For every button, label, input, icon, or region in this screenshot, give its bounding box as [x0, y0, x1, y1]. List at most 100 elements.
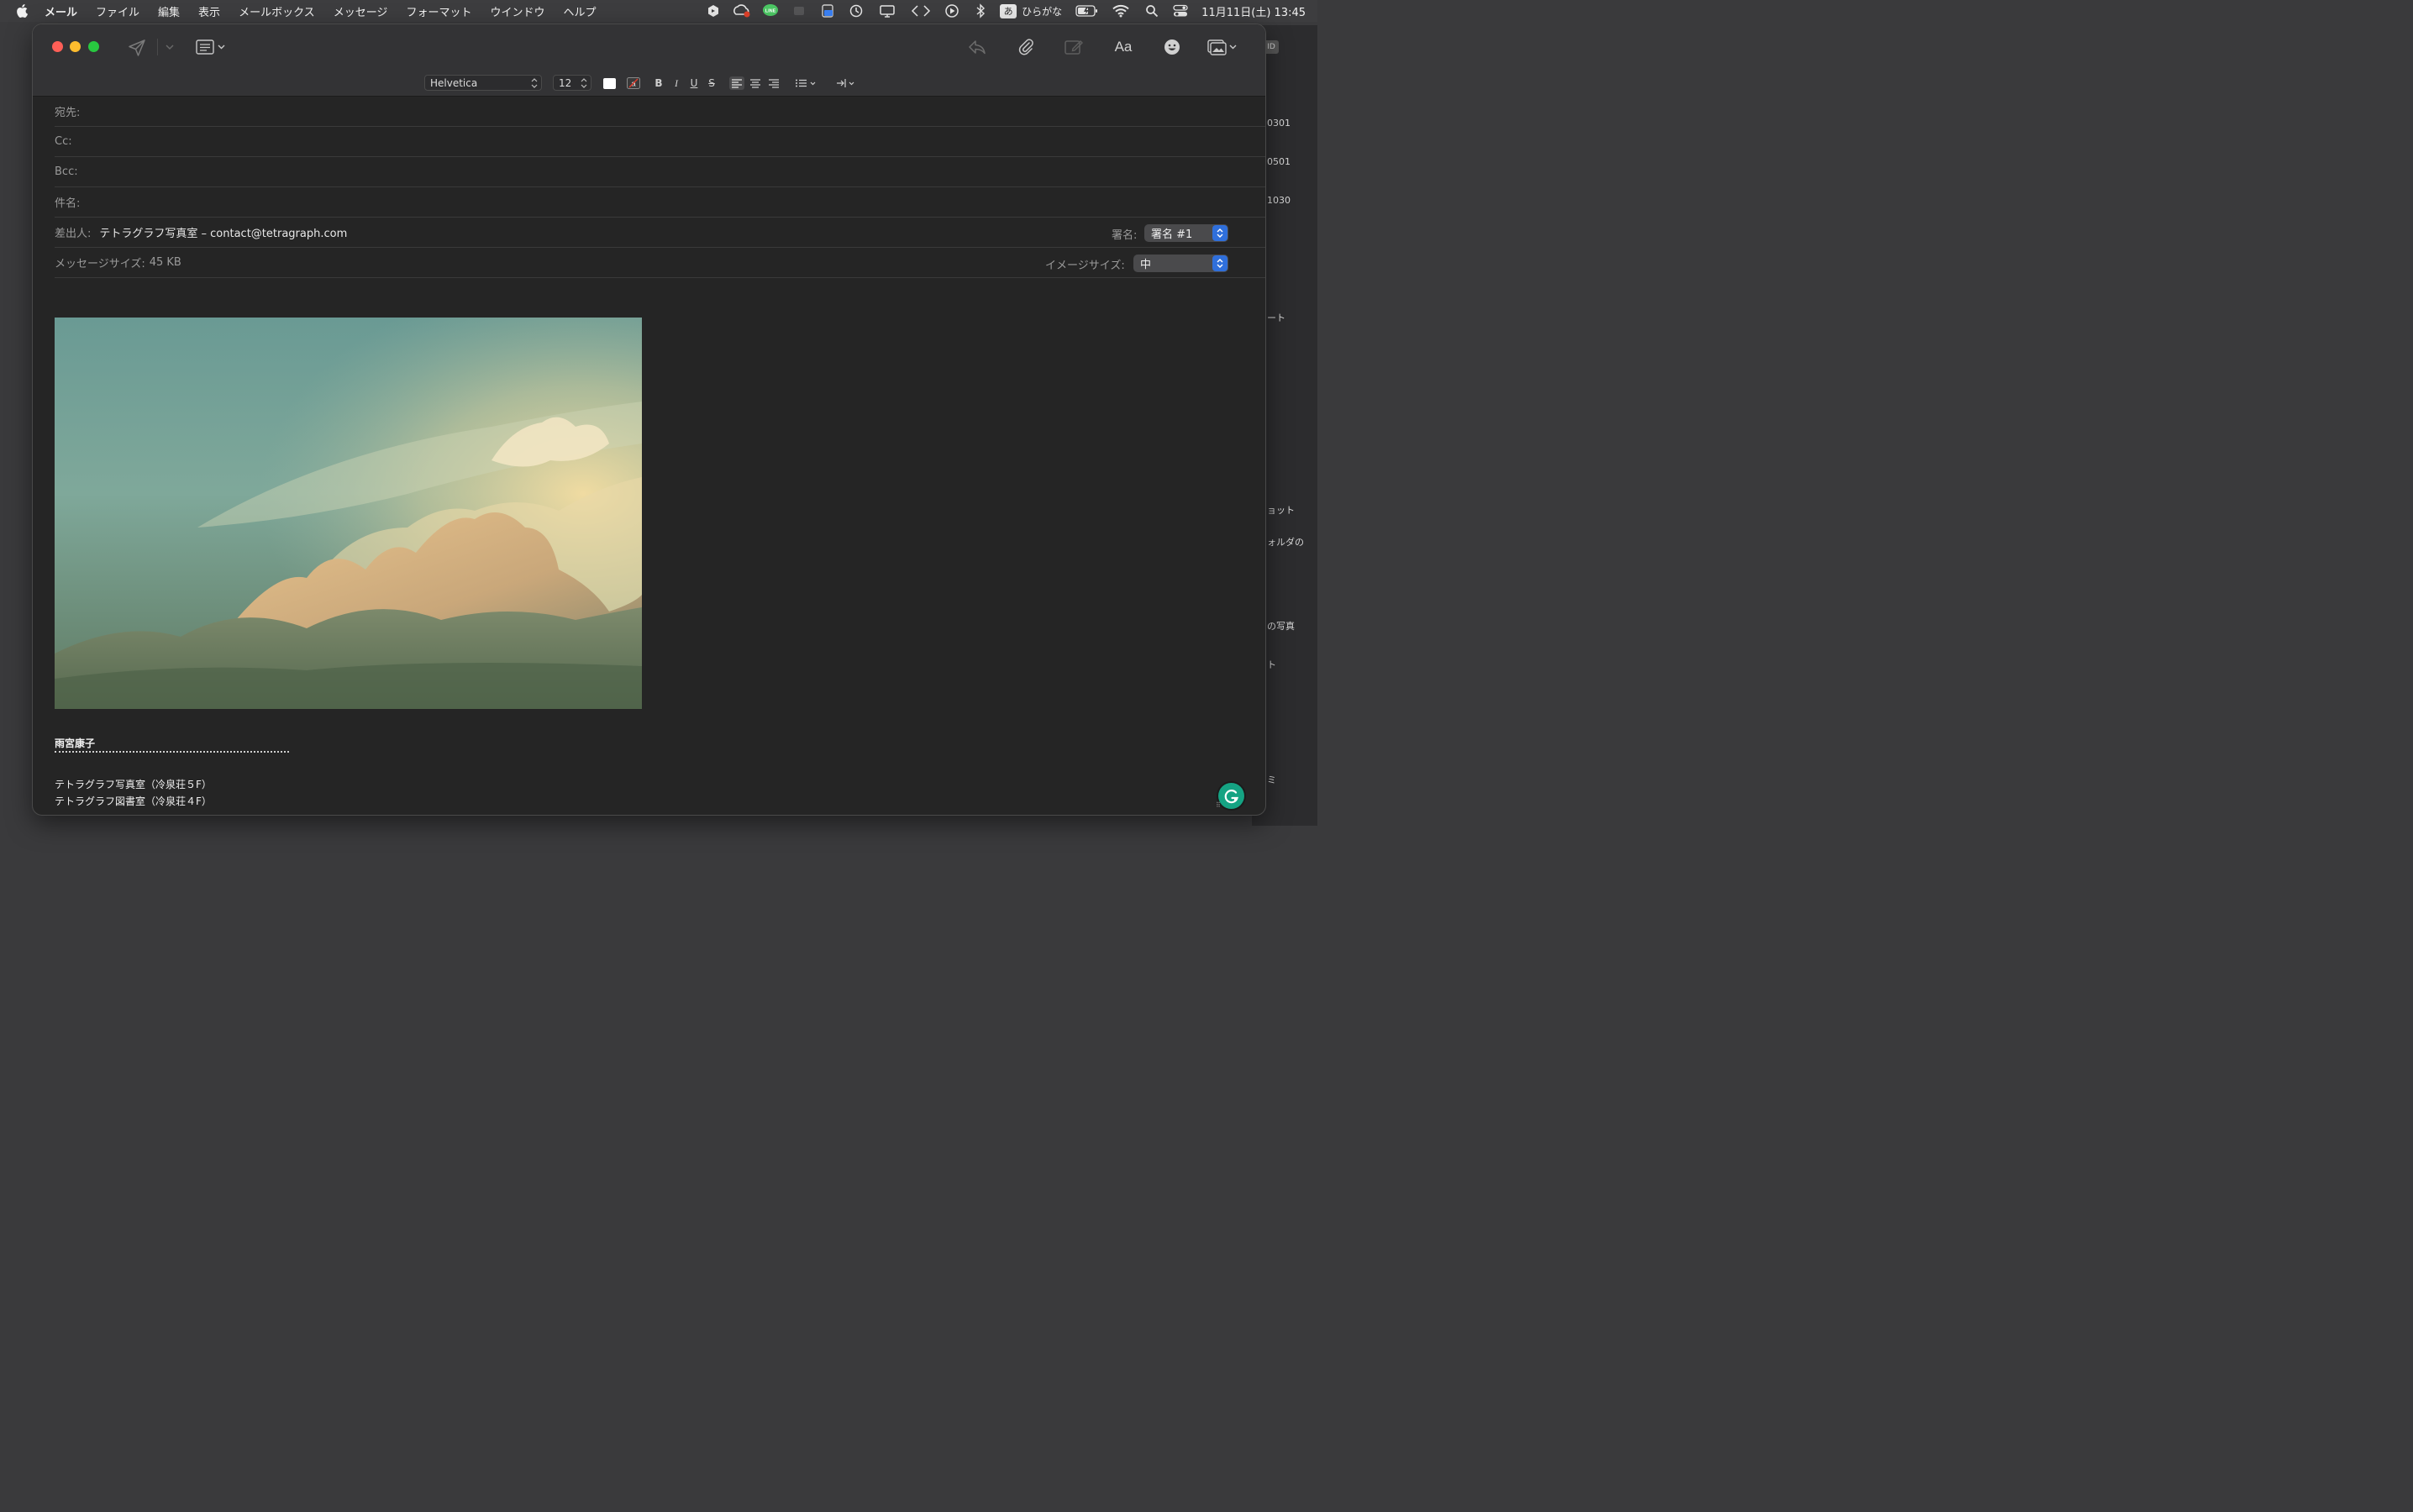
line-icon[interactable]: LINE	[756, 0, 785, 22]
subject-label: 件名:	[55, 197, 81, 210]
resize-grip-icon[interactable]: ⠿	[1216, 801, 1221, 809]
toolbar-separator	[157, 39, 158, 55]
select-arrows-icon	[1212, 255, 1228, 271]
photo-browser-icon[interactable]	[1203, 36, 1240, 58]
menu-app-name[interactable]: メール	[35, 3, 87, 19]
message-size-label: メッセージサイズ:	[55, 257, 145, 270]
cc-label: Cc:	[55, 134, 72, 148]
search-icon[interactable]	[1138, 0, 1166, 22]
underline-button[interactable]: U	[688, 76, 700, 90]
menu-mailbox[interactable]: メールボックス	[229, 3, 324, 19]
menubar-clock[interactable]: 11月11日(土) 13:45	[1201, 3, 1306, 19]
menu-message[interactable]: メッセージ	[324, 3, 397, 19]
battery-icon[interactable]	[1070, 0, 1104, 22]
reply-icon[interactable]	[965, 36, 989, 58]
text-color-swatch[interactable]	[602, 76, 616, 90]
screen-recorder-icon[interactable]	[813, 0, 842, 22]
send-options-chevron-down-icon[interactable]	[164, 41, 176, 53]
fullscreen-window-button[interactable]	[88, 41, 99, 52]
align-left-icon[interactable]	[729, 76, 744, 90]
attach-icon[interactable]	[1014, 36, 1038, 58]
image-size-label: イメージサイズ:	[1045, 260, 1125, 272]
background-text: ォルダの	[1267, 537, 1304, 548]
input-mode-indicator[interactable]: あ ひらがな	[1000, 3, 1063, 18]
align-right-icon[interactable]	[766, 76, 781, 90]
menu-bar: メール ファイル 編集 表示 メールボックス メッセージ フォーマット ウインド…	[0, 0, 1317, 22]
list-style-icon[interactable]	[794, 76, 819, 90]
background-text: の写真	[1267, 621, 1295, 632]
background-text: ョット	[1267, 505, 1295, 516]
compose-window: Aa Helvetica 12 a B I U S	[33, 24, 1265, 815]
signature-select[interactable]: 署名 #1	[1144, 224, 1228, 242]
background-avatar-icon: ID	[1264, 40, 1279, 54]
from-select[interactable]: テトラグラフ写真室 – contact@tetragraph.com	[99, 224, 347, 240]
format-bar: Helvetica 12 a B I U S	[33, 71, 1265, 97]
creative-cloud-icon[interactable]	[728, 0, 756, 22]
menu-view[interactable]: 表示	[189, 3, 229, 19]
from-row: 差出人: テトラグラフ写真室 – contact@tetragraph.com	[55, 217, 1265, 248]
input-mode-label: ひらがな	[1022, 5, 1063, 18]
image-size-value: 中	[1140, 259, 1152, 271]
bluetooth-icon[interactable]	[966, 0, 995, 22]
bold-button[interactable]: B	[653, 76, 665, 90]
background-text: 1030	[1267, 195, 1291, 206]
signature-label: 署名:	[1112, 229, 1138, 242]
background-text: 0301	[1267, 118, 1291, 129]
signature-line: テトラグラフ写真室（冷泉荘５F）	[55, 779, 212, 790]
window-toolbar: Aa	[33, 24, 1265, 71]
bcc-label: Bcc:	[55, 165, 78, 178]
subject-field[interactable]: 件名:	[55, 186, 1265, 218]
emoji-icon[interactable]	[1160, 36, 1184, 58]
to-label: 宛先:	[55, 106, 81, 119]
to-field[interactable]: 宛先:	[55, 96, 1265, 127]
apple-menu-icon[interactable]	[13, 4, 30, 18]
menu-help[interactable]: ヘルプ	[554, 3, 605, 19]
display-icon[interactable]	[870, 0, 904, 22]
close-window-button[interactable]	[52, 41, 63, 52]
menu-format[interactable]: フォーマット	[397, 3, 481, 19]
menu-file[interactable]: ファイル	[87, 3, 149, 19]
signature-name: 雨宮康子	[55, 738, 96, 749]
italic-button[interactable]: I	[670, 76, 682, 90]
signature-line: テトラグラフ図書室（冷泉荘４F）	[55, 795, 212, 807]
grammarly-icon[interactable]	[1218, 783, 1244, 809]
image-size-select[interactable]: 中	[1133, 255, 1228, 272]
attached-cloud-photo[interactable]	[55, 318, 642, 709]
send-icon[interactable]	[126, 37, 148, 59]
background-text: ト	[1267, 659, 1276, 670]
font-family-select[interactable]: Helvetica	[424, 75, 542, 91]
font-family-value: Helvetica	[430, 76, 478, 89]
message-size-value: 45 KB	[149, 255, 181, 269]
align-center-icon[interactable]	[748, 76, 763, 90]
format-icon[interactable]: Aa	[1110, 36, 1137, 58]
background-text: 0501	[1267, 156, 1291, 167]
compose-markup-icon[interactable]	[1062, 36, 1086, 58]
strikethrough-button[interactable]: S	[706, 76, 718, 90]
font-size-select[interactable]: 12	[553, 75, 591, 91]
highlight-color-icon[interactable]: a	[627, 76, 640, 90]
menu-edit[interactable]: 編集	[149, 3, 189, 19]
menu-window[interactable]: ウインドウ	[481, 3, 554, 19]
time-machine-icon[interactable]	[842, 0, 870, 22]
cc-field[interactable]: Cc:	[55, 126, 1265, 157]
signature-divider	[55, 751, 289, 753]
background-text: ート	[1267, 312, 1285, 323]
font-size-value: 12	[559, 76, 572, 89]
shortcuts-icon[interactable]	[699, 0, 728, 22]
status-area: LINE あ ひらがな 11月11日(土) 13:45	[699, 0, 1306, 22]
indent-icon[interactable]	[834, 76, 860, 90]
wifi-icon[interactable]	[1104, 0, 1138, 22]
svg-text:LINE: LINE	[765, 9, 776, 14]
control-center-icon[interactable]	[1166, 0, 1195, 22]
code-icon[interactable]	[904, 0, 938, 22]
minimize-window-button[interactable]	[70, 41, 81, 52]
app-icon[interactable]	[785, 0, 813, 22]
signature-value: 署名 #1	[1151, 228, 1193, 241]
background-text: ミ	[1267, 774, 1276, 785]
header-fields-icon[interactable]	[194, 37, 228, 57]
input-mode-badge: あ	[1000, 3, 1017, 18]
select-arrows-icon	[1212, 225, 1228, 241]
bcc-field[interactable]: Bcc:	[55, 156, 1265, 187]
from-label: 差出人:	[55, 227, 92, 240]
play-icon[interactable]	[938, 0, 966, 22]
